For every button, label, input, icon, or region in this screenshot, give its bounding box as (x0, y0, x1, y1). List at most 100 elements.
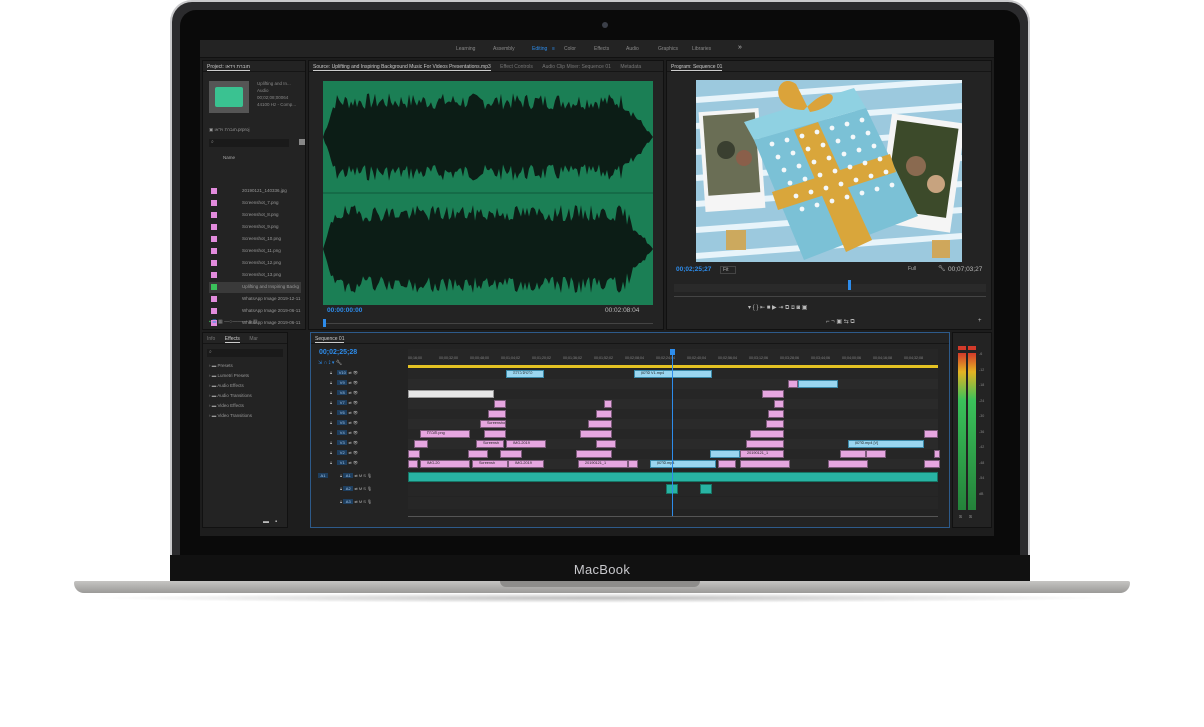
timeline-clip[interactable]: 20190121_1 (740, 450, 784, 458)
timeline-clip[interactable]: IMG-2019 (506, 440, 546, 448)
project-list-item[interactable]: Screenshot_12.png (209, 258, 301, 269)
video-track-lane[interactable] (408, 399, 938, 409)
effects-folder-item[interactable]: › ▬ Presets (209, 363, 233, 368)
timeline-clip[interactable] (468, 450, 488, 458)
project-list-item[interactable]: Screenshot_10.png (209, 234, 301, 245)
track-visibility-icon[interactable]: ⇄ 👁︎ (347, 460, 358, 465)
timeline-clip[interactable]: IMG-2019 (508, 460, 544, 468)
timeline-clip[interactable]: Screenshot_1 (480, 420, 506, 428)
ws-tab-graphics[interactable]: Graphics (658, 46, 678, 52)
effects-folder-item[interactable]: › ▬ Audio Transitions (209, 393, 252, 398)
timeline-clip[interactable] (414, 440, 428, 448)
ws-tab-editing[interactable]: Editing (532, 46, 547, 52)
timeline-clip[interactable] (596, 410, 612, 418)
audio-clip-a1[interactable] (408, 472, 938, 482)
track-label[interactable]: V5 (337, 420, 348, 425)
program-monitor-frame[interactable] (696, 80, 962, 262)
audio-clip-a2[interactable] (700, 484, 712, 494)
timeline-clip[interactable] (762, 390, 784, 398)
track-label[interactable]: V1 (337, 460, 348, 465)
timeline-clip[interactable] (866, 450, 886, 458)
timeline-playhead[interactable] (672, 349, 673, 517)
timeline-clip[interactable] (576, 450, 612, 458)
timeline-clip[interactable] (604, 400, 612, 408)
track-visibility-icon[interactable]: ⇄ 👁︎ (347, 440, 358, 445)
timeline-clip[interactable] (494, 400, 506, 408)
effects-folder-item[interactable]: › ▬ Lumetri Presets (209, 373, 249, 378)
timeline-clip[interactable] (488, 410, 506, 418)
tab-source[interactable]: Source: Uplifting and Inspiring Backgrou… (313, 64, 491, 71)
playhead-handle[interactable] (670, 349, 675, 355)
timeline-scroll[interactable] (408, 516, 938, 517)
timeline-clip[interactable] (746, 440, 784, 448)
effects-folder-item[interactable]: › ▬ Video Transitions (209, 413, 252, 418)
track-visibility-icon[interactable]: ⇄ 👁︎ (347, 450, 358, 455)
track-lock-icon[interactable]: 🔒︎ (330, 400, 333, 405)
timeline-clip[interactable] (588, 420, 612, 428)
wrench-icon[interactable]: 🔧︎ (938, 265, 946, 272)
work-area-bar[interactable] (408, 365, 938, 368)
tab-info[interactable]: Info (207, 336, 215, 342)
zoom-slider[interactable]: —○——— (224, 319, 247, 325)
source-scrub-bar[interactable] (323, 323, 653, 324)
timeline-clip[interactable]: IMG-20 (420, 460, 470, 468)
ws-tab-libraries[interactable]: Libraries (692, 46, 711, 52)
timeline-clip[interactable] (828, 460, 868, 468)
clip-thumbnail[interactable] (209, 81, 249, 113)
track-label[interactable]: V4 (337, 430, 348, 435)
timeline-clip[interactable]: 20190121_1 (578, 460, 628, 468)
timeline-clip[interactable] (840, 450, 866, 458)
track-lock-icon[interactable]: 🔒︎ (330, 440, 333, 445)
timeline-clip[interactable]: Screensh (472, 460, 508, 468)
program-scrub-bar[interactable] (674, 296, 986, 297)
timeline-clip[interactable]: Screensh (476, 440, 504, 448)
name-column-header[interactable]: Name (223, 155, 235, 160)
audio-source-patch[interactable]: A1 (318, 473, 328, 478)
timeline-clip[interactable] (408, 450, 420, 458)
timeline-clip[interactable]: סרטון.mp4 (650, 460, 716, 468)
more-workspaces-icon[interactable]: » (738, 44, 742, 51)
timeline-clip[interactable] (788, 380, 798, 388)
tab-effect-controls[interactable]: Effect Controls (500, 64, 533, 70)
timeline-clip[interactable]: חוברת.png (420, 430, 470, 438)
track-visibility-icon[interactable]: ⇄ 👁︎ (347, 370, 358, 375)
project-list-item[interactable]: 20190121_140336.jpg (209, 186, 301, 197)
project-list-item[interactable]: Screenshot_7.png (209, 198, 301, 209)
track-label[interactable]: V9 (337, 380, 348, 385)
timeline-clip[interactable] (596, 440, 616, 448)
project-list-item[interactable]: Screenshot_13.png (209, 270, 301, 281)
source-timecode-in[interactable]: 00:00:00:00 (327, 307, 362, 314)
timeline-clip[interactable] (740, 460, 790, 468)
project-list-item[interactable]: Screenshot_11.png (209, 246, 301, 257)
tab-effects[interactable]: Effects (224, 336, 240, 343)
ws-tab-color[interactable]: Color (564, 46, 576, 52)
solo-left-button[interactable]: S (959, 514, 962, 519)
prog-go-in-icon[interactable]: ⇤ (760, 305, 767, 311)
program-zoom-bar[interactable] (674, 284, 986, 292)
timeline-clip[interactable] (718, 460, 736, 468)
track-label[interactable]: A2 (343, 486, 354, 491)
timeline-clip[interactable] (500, 450, 522, 458)
timeline-clip[interactable] (484, 430, 506, 438)
prog-add-button-icon[interactable]: + (978, 318, 982, 324)
program-playhead[interactable] (848, 280, 851, 290)
prog-go-out-icon[interactable]: ⇥ (778, 305, 785, 311)
sort-icon[interactable]: ≡ (249, 319, 252, 325)
timeline-clip[interactable] (408, 460, 418, 468)
prog-mark-out-icon[interactable]: { } (753, 305, 760, 311)
project-list-item[interactable]: Uplifting and Inspiring Backg (209, 282, 301, 293)
program-timecode[interactable]: 00;02;25;27 (676, 266, 711, 273)
track-lock-icon[interactable]: 🔒︎ (330, 450, 333, 455)
track-lock-icon[interactable]: 🔒︎ (330, 380, 333, 385)
lock-icon[interactable]: ▪ (209, 319, 211, 325)
effects-search-input[interactable]: ⌕ (207, 349, 283, 357)
new-bin-icon[interactable] (299, 139, 305, 145)
safe-margins-icon[interactable]: ▣ (836, 319, 843, 325)
track-lock-icon[interactable]: 🔒︎ (330, 390, 333, 395)
track-label[interactable]: V2 (337, 450, 348, 455)
track-lock-icon[interactable]: 🔒︎ (330, 420, 333, 425)
track-lock-icon[interactable]: 🔒︎ (330, 430, 333, 435)
timeline-clip[interactable]: סרטון.mp4 [V] (848, 440, 924, 448)
ws-tab-learning[interactable]: Learning (456, 46, 475, 52)
tab-sequence[interactable]: Sequence 01 (315, 336, 345, 343)
